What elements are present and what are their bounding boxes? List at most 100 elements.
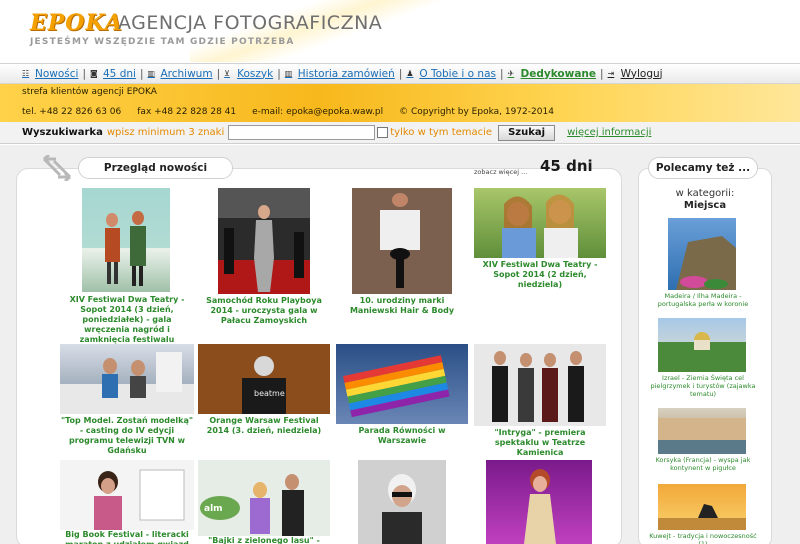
recommend-thumb[interactable] [658, 318, 746, 372]
badge-label: 45 dni [540, 157, 593, 175]
news-thumb[interactable] [336, 344, 468, 424]
news-thumb[interactable] [358, 460, 446, 544]
recommend-caption[interactable]: Izrael - Ziemia Święta cel pielgrzymek i… [648, 374, 758, 398]
recommend-thumb[interactable] [658, 484, 746, 530]
nav-separator: | [216, 67, 221, 80]
nav-item-koszyk[interactable]: ⊻ Koszyk [224, 68, 273, 80]
category-name: Miejsca [683, 200, 727, 211]
45-days-badge[interactable]: 45 dni [536, 151, 602, 181]
recommend-caption[interactable]: Kuwejt - tradycja i nowoczesność (1) [648, 532, 758, 544]
news-caption[interactable]: "Top Model. Zostań modelką" - casting do… [60, 416, 194, 456]
nav-label: Historia zamówień [297, 67, 395, 80]
news-thumb[interactable] [474, 344, 606, 426]
nav-label: Koszyk [237, 67, 274, 80]
search-hint: wpisz minimum 3 znaki [106, 127, 225, 138]
search-input[interactable] [228, 125, 376, 140]
news-thumb[interactable] [218, 188, 310, 294]
recommend-title: Polecamy też ... [648, 157, 758, 179]
news-thumb[interactable] [352, 188, 452, 294]
news-icon: ☷ [22, 69, 30, 78]
topic-only-label: tylko w tym temacie [390, 127, 493, 138]
more-info-link[interactable]: więcej informacji [567, 127, 651, 138]
news-thumb[interactable] [82, 188, 170, 292]
photo [658, 418, 746, 454]
search-bar: Wyszukiwarka wpisz minimum 3 znaki tylko… [0, 122, 800, 144]
nav-separator: | [277, 67, 281, 80]
photo [382, 474, 422, 544]
photo [60, 352, 194, 414]
book-icon: ▥ [284, 69, 293, 78]
main-nav: ☷ Nowości | ◙ 45 dni | ▥ Archiwum | ⊻ Koszyk… [0, 63, 800, 84]
photo [658, 504, 746, 530]
runner-icon: ✈ [507, 69, 515, 78]
photo [676, 236, 736, 290]
photo [524, 469, 556, 544]
band-title: strefa klientów agencji EPOKA [22, 87, 157, 97]
recommend-thumb[interactable] [658, 408, 746, 454]
nav-item-archiwum[interactable]: ▥ Archiwum [147, 68, 212, 80]
search-label: Wyszukiwarka [22, 127, 103, 138]
nav-item-45-dni[interactable]: ◙ 45 dni [90, 68, 136, 80]
photo [343, 355, 450, 418]
logo[interactable]: EPOKA [30, 10, 123, 36]
nav-label: Wyloguj [620, 67, 663, 80]
logout-icon: ⇥ [607, 69, 615, 78]
nav-separator: | [139, 67, 144, 80]
nav-label: Dedykowane [520, 67, 597, 80]
news-caption[interactable]: Orange Warsaw Festival 2014 (3. dzień, n… [198, 416, 330, 436]
nav-label: Nowości [35, 67, 79, 80]
news-thumb[interactable]: beatme [198, 344, 330, 414]
nav-item-o-tobie[interactable]: ♟ O Tobie i o nas [406, 68, 496, 80]
topic-only-checkbox[interactable] [377, 127, 389, 138]
nav-separator: | [82, 67, 86, 80]
news-caption[interactable]: Samochód Roku Playboya 2014 - uroczysta … [198, 296, 330, 326]
news-thumb[interactable]: alm [198, 460, 330, 536]
svg-text:alm: alm [204, 504, 223, 514]
client-info-band: strefa klientów agencji EPOKA tel. +48 2… [0, 84, 800, 122]
photo [658, 332, 746, 372]
news-caption[interactable]: XIV Festiwal Dwa Teatry - Sopot 2014 (2 … [472, 260, 608, 290]
nav-label: 45 dni [103, 67, 136, 80]
nav-label: Archiwum [160, 67, 213, 80]
news-caption[interactable]: "Intryga" - premiera spektaklu w Teatrze… [472, 428, 608, 458]
photo [492, 351, 584, 422]
nav-item-historia[interactable]: ▥ Historia zamówień [285, 68, 395, 80]
section-title: Przegląd nowości [78, 157, 233, 179]
photo [502, 194, 578, 258]
recommend-caption[interactable]: Madeira / Ilha Madeira - portugalska per… [648, 292, 758, 308]
news-thumb[interactable] [474, 188, 606, 258]
phone-number: tel. +48 22 826 63 06 [22, 107, 122, 117]
photo [380, 193, 420, 288]
news-caption[interactable]: XIV Festiwal Dwa Teatry - Sopot 2014 (3 … [60, 295, 194, 345]
book-icon: ▥ [147, 69, 156, 78]
photo [82, 188, 170, 286]
news-thumb[interactable] [486, 460, 592, 544]
nav-item-nowosci[interactable]: ☷ Nowości [22, 68, 78, 80]
cart-icon: ⊻ [224, 69, 230, 78]
site-header: EPOKA AGENCJA FOTOGRAFICZNA JESTEŚMY WSZ… [0, 0, 800, 62]
nav-separator: | [398, 67, 403, 80]
nav-item-wyloguj[interactable]: ⇥ Wyloguj [608, 68, 663, 80]
news-caption[interactable]: "Bajki z zielonego lasu" - [198, 536, 330, 544]
news-thumb[interactable] [60, 460, 194, 530]
nav-separator: | [600, 67, 604, 80]
nav-item-dedykowane[interactable]: ✈ Dedykowane [508, 68, 597, 80]
email-address[interactable]: e-mail: epoka@epoka.waw.pl [252, 107, 383, 117]
nav-label: O Tobie i o nas [419, 67, 496, 80]
news-caption[interactable]: Big Book Festival - literacki maraton z … [60, 530, 194, 544]
see-more-link[interactable]: zobacz więcej ... [474, 168, 527, 176]
agency-name: AGENCJA FOTOGRAFICZNA [118, 12, 383, 34]
news-thumb[interactable] [60, 344, 194, 414]
photo [218, 188, 310, 294]
nav-separator: | [499, 67, 504, 80]
contact-info: tel. +48 22 826 63 06 fax +48 22 828 28 … [22, 107, 570, 117]
copyright: © Copyright by Epoka, 1972-2014 [399, 107, 554, 117]
photo [94, 469, 185, 530]
search-button[interactable]: Szukaj [498, 124, 556, 141]
fax-number: fax +48 22 828 28 41 [137, 107, 237, 117]
news-caption[interactable]: 10. urodziny marki Maniewski Hair & Body [340, 296, 464, 316]
recommend-thumb[interactable] [668, 218, 736, 290]
camera-icon: ◙ [90, 69, 98, 78]
news-caption[interactable]: Parada Równości w Warszawie [340, 426, 464, 446]
recommend-caption[interactable]: Korsyka (Francja) - wyspa jak kontynent … [648, 456, 758, 472]
